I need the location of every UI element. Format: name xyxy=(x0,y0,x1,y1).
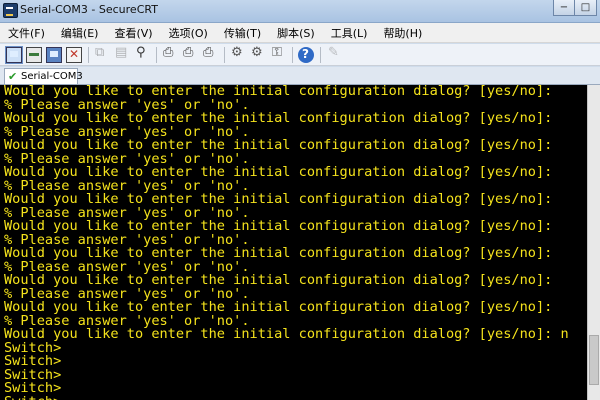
print-icon[interactable] xyxy=(162,45,178,63)
window-title: Serial-COM3 - SecureCRT xyxy=(20,3,158,16)
menu-help[interactable]: 帮助(H) xyxy=(383,25,422,41)
menu-bar: 文件(F) 编辑(E) 查看(V) 选项(O) 传输(T) 脚本(S) 工具(L… xyxy=(0,23,600,43)
maximize-button[interactable]: □ xyxy=(575,0,597,16)
global-options-icon[interactable] xyxy=(250,45,266,63)
terminal-text: Would you like to enter the initial conf… xyxy=(4,85,569,400)
find-icon[interactable] xyxy=(134,45,150,63)
toolbar-separator xyxy=(320,46,321,63)
menu-options[interactable]: 选项(O) xyxy=(169,25,208,41)
window-controls: − □ xyxy=(553,0,597,16)
toolbar-separator xyxy=(292,46,293,63)
tab-serial-com3[interactable]: ✔ Serial-COM3 xyxy=(4,68,83,84)
menu-transfer[interactable]: 传输(T) xyxy=(224,25,261,41)
vertical-scrollbar[interactable] xyxy=(587,85,600,400)
toolbar-separator xyxy=(156,46,157,63)
copy-icon[interactable] xyxy=(94,45,110,63)
session-tab-strip: ✔ Serial-COM3 xyxy=(0,67,600,85)
securecrt-app-icon[interactable] xyxy=(3,3,18,18)
menu-script[interactable]: 脚本(S) xyxy=(277,25,315,41)
session-options-icon[interactable] xyxy=(230,45,246,63)
help-icon[interactable] xyxy=(298,46,314,63)
print-selection-icon[interactable] xyxy=(202,45,218,63)
terminal-output[interactable]: Would you like to enter the initial conf… xyxy=(0,85,587,400)
script-icon[interactable] xyxy=(326,45,342,63)
print-setup-icon[interactable] xyxy=(182,45,198,63)
toolbar-separator xyxy=(224,46,225,63)
keymap-icon[interactable] xyxy=(270,45,286,63)
connect-tab-icon[interactable] xyxy=(46,46,62,63)
menu-view[interactable]: 查看(V) xyxy=(114,25,152,41)
toolbar-separator xyxy=(88,46,89,63)
scrollbar-thumb[interactable] xyxy=(589,335,599,385)
menu-edit[interactable]: 编辑(E) xyxy=(61,25,99,41)
paste-icon[interactable] xyxy=(114,45,130,63)
minimize-button[interactable]: − xyxy=(553,0,575,16)
connect-icon[interactable] xyxy=(5,45,23,64)
quick-connect-icon[interactable] xyxy=(26,46,42,63)
menu-tools[interactable]: 工具(L) xyxy=(331,25,368,41)
connected-check-icon: ✔ xyxy=(8,70,18,83)
disconnect-icon[interactable] xyxy=(66,46,82,63)
menu-file[interactable]: 文件(F) xyxy=(8,25,45,41)
tab-label: Serial-COM3 xyxy=(21,71,83,82)
toolbar xyxy=(0,44,600,66)
title-bar[interactable]: Serial-COM3 - SecureCRT − □ xyxy=(0,0,600,23)
